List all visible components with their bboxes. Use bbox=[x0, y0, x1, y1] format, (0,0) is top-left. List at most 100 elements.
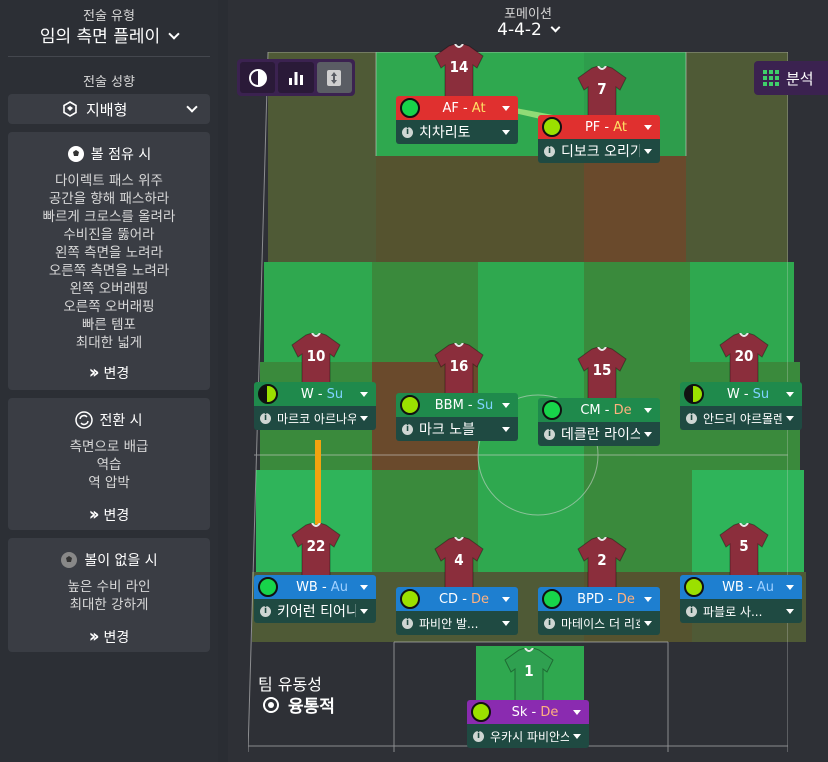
player-role-dropdown[interactable]: WB - Au bbox=[254, 575, 376, 599]
player-shirt[interactable]: 1 bbox=[503, 647, 555, 706]
chevron-down-icon bbox=[786, 608, 794, 614]
player-name: 디보크 오리기 bbox=[561, 144, 640, 160]
player-name: 우카시 파비안스키 bbox=[490, 729, 569, 744]
player-role-dropdown[interactable]: AF - At bbox=[396, 96, 518, 120]
info-icon[interactable]: i bbox=[402, 617, 413, 629]
player-name-dropdown[interactable]: i 파비안 발... bbox=[396, 611, 518, 635]
transition-change-button[interactable]: ›› 변경 bbox=[8, 504, 210, 525]
list-item: 최대한 강하게 bbox=[69, 597, 149, 613]
player-name-dropdown[interactable]: i 마르코 아르나우토비치 bbox=[254, 406, 376, 430]
player-name: 치차리토 bbox=[419, 125, 471, 141]
info-icon[interactable]: i bbox=[686, 412, 697, 424]
player-name-dropdown[interactable]: i 데클란 라이스 bbox=[538, 422, 660, 446]
double-chevron-right-icon: ›› bbox=[88, 362, 100, 383]
player-role-dropdown[interactable]: BBM - Su bbox=[396, 393, 518, 417]
player-name-dropdown[interactable]: i 파블로 사... bbox=[680, 599, 802, 623]
player-name: 마테이스 더 리흐트 bbox=[561, 616, 640, 631]
role-familiarity-icon bbox=[400, 98, 420, 118]
chevron-down-icon bbox=[573, 733, 581, 739]
bar-chart-view-button[interactable] bbox=[278, 62, 314, 93]
info-icon[interactable]: i bbox=[260, 412, 271, 424]
list-item: 왼쪽 측면을 노려라 bbox=[55, 245, 163, 261]
list-item: 높은 수비 라인 bbox=[67, 579, 151, 595]
chevron-down-icon bbox=[644, 431, 652, 437]
grid-icon bbox=[763, 70, 779, 86]
in-possession-title: 볼 점유 시 bbox=[90, 147, 152, 163]
player-role-dropdown[interactable]: WB - Au bbox=[680, 575, 802, 599]
player-name-dropdown[interactable]: i 안드리 야르몰렌코 bbox=[680, 406, 802, 430]
chevron-down-icon bbox=[786, 415, 794, 421]
formation-dropdown[interactable]: 4-4-2 bbox=[228, 20, 828, 40]
arrows-view-button[interactable] bbox=[316, 62, 352, 93]
player-shirt[interactable]: 15 bbox=[576, 346, 628, 405]
player-role-dropdown[interactable]: W - Su bbox=[680, 382, 802, 406]
player-role-label: BBM - Su bbox=[434, 397, 494, 413]
player-name: 안드리 야르몰렌코 bbox=[703, 411, 782, 426]
tactic-style-dropdown[interactable]: 임의 측면 플레이 bbox=[0, 22, 218, 47]
player-shirt[interactable]: 5 bbox=[718, 522, 770, 581]
info-icon[interactable]: i bbox=[686, 605, 697, 617]
player-role-dropdown[interactable]: CD - De bbox=[396, 587, 518, 611]
transition-title: 전환 시 bbox=[99, 413, 143, 429]
info-icon[interactable]: i bbox=[544, 428, 555, 440]
team-fluidity-text: 융통적 bbox=[288, 697, 335, 717]
player-name: 파비안 발... bbox=[419, 616, 479, 631]
in-possession-list: 다이렉트 패스 위주 공간을 향해 패스하라 빠르게 크로스를 올려라 수비진을… bbox=[8, 172, 210, 352]
formation-value: 4-4-2 bbox=[497, 20, 542, 40]
contrast-view-button[interactable] bbox=[240, 62, 276, 93]
player-role-dropdown[interactable]: PF - At bbox=[538, 115, 660, 139]
chevron-down-icon bbox=[644, 124, 652, 130]
player-name-dropdown[interactable]: i 마테이스 더 리흐트 bbox=[538, 611, 660, 635]
player-role-label: PF - At bbox=[584, 119, 628, 135]
chevron-down-icon bbox=[502, 620, 510, 626]
info-icon[interactable]: i bbox=[544, 145, 555, 157]
info-icon[interactable]: i bbox=[544, 617, 555, 629]
player-role-label: WB - Au bbox=[722, 579, 774, 595]
player-name-dropdown[interactable]: i 키어런 티어니 bbox=[254, 599, 376, 623]
role-familiarity-icon bbox=[471, 702, 491, 722]
out-of-possession-change-button[interactable]: ›› 변경 bbox=[8, 626, 210, 647]
divider bbox=[8, 56, 210, 57]
shirt-number: 20 bbox=[734, 347, 754, 365]
player-name-dropdown[interactable]: i 우카시 파비안스키 bbox=[467, 724, 589, 748]
change-label: 변경 bbox=[103, 365, 130, 382]
list-item: 빠르게 크로스를 올려라 bbox=[42, 209, 176, 225]
player-role-dropdown[interactable]: W - Su bbox=[254, 382, 376, 406]
analysis-button[interactable]: 분석 bbox=[754, 61, 828, 95]
role-familiarity-icon bbox=[684, 577, 704, 597]
chevron-down-icon bbox=[502, 402, 510, 408]
player-name-dropdown[interactable]: i 디보크 오리기 bbox=[538, 139, 660, 163]
player-role-dropdown[interactable]: Sk - De bbox=[467, 700, 589, 724]
shirt-number: 22 bbox=[306, 537, 326, 555]
player-name-dropdown[interactable]: i 마크 노블 bbox=[396, 417, 518, 441]
player-name: 데클란 라이스 bbox=[561, 427, 640, 443]
chevron-down-icon bbox=[644, 620, 652, 626]
chevron-down-icon bbox=[168, 28, 180, 40]
info-icon[interactable]: i bbox=[402, 423, 413, 435]
list-item: 공간을 향해 패스하라 bbox=[48, 191, 170, 207]
in-possession-change-button[interactable]: ›› 변경 bbox=[8, 362, 210, 383]
player-role-label: W - Su bbox=[726, 386, 770, 402]
info-icon[interactable]: i bbox=[260, 605, 271, 617]
info-icon[interactable]: i bbox=[473, 730, 484, 742]
player-name-dropdown[interactable]: i 치차리토 bbox=[396, 120, 518, 144]
player-name: 키어런 티어니 bbox=[277, 604, 356, 620]
player-role-label: W - Su bbox=[300, 386, 344, 402]
change-label: 변경 bbox=[103, 507, 130, 524]
player-role-dropdown[interactable]: CM - De bbox=[538, 398, 660, 422]
team-fluidity-value: 융통적 bbox=[262, 692, 335, 717]
shirt-number: 1 bbox=[524, 662, 534, 680]
arrows-icon bbox=[327, 69, 342, 86]
shirt-number: 10 bbox=[306, 347, 326, 365]
player-shirt[interactable]: 22 bbox=[290, 522, 342, 581]
mentality-value: 지배형 bbox=[86, 100, 128, 119]
info-icon[interactable]: i bbox=[402, 126, 413, 138]
player-shirt[interactable]: 14 bbox=[433, 43, 485, 102]
mentality-dropdown[interactable]: 지배형 bbox=[8, 94, 210, 124]
player-role-label: Sk - De bbox=[511, 704, 559, 720]
tactic-style-value: 임의 측면 플레이 bbox=[39, 27, 161, 47]
no-ball-icon bbox=[61, 552, 78, 568]
shirt-number: 4 bbox=[454, 551, 464, 569]
contrast-icon bbox=[248, 68, 267, 87]
player-role-dropdown[interactable]: BPD - De bbox=[538, 587, 660, 611]
